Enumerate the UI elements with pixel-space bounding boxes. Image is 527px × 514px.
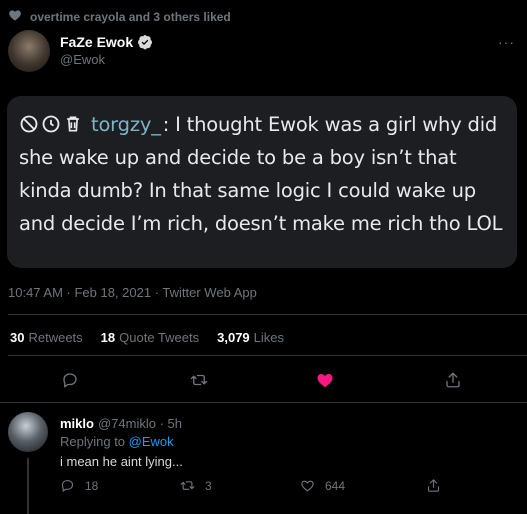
liked-by-text: overtime crayola and 3 others liked (30, 10, 231, 24)
divider (8, 355, 527, 356)
social-context[interactable]: overtime crayola and 3 others liked (8, 9, 231, 25)
moderation-icons (19, 114, 83, 134)
retweet-count: 3 (205, 478, 212, 493)
reply-count: 18 (85, 478, 99, 493)
likes-stat[interactable]: 3,079 Likes (217, 330, 284, 345)
retweet-icon[interactable] (187, 368, 211, 392)
reply-text: i mean he aint lying... (60, 454, 183, 469)
author-avatar[interactable] (8, 30, 50, 72)
more-options-icon[interactable]: ··· (498, 34, 515, 50)
tweet-stats: 30 Retweets 18 Quote Tweets 3,079 Likes (10, 330, 284, 345)
reply-icon[interactable] (58, 368, 82, 392)
verified-badge-icon (138, 35, 153, 50)
heart-outline-icon (301, 480, 314, 492)
share-icon[interactable] (441, 368, 465, 392)
replying-to-link[interactable]: @Ewok (129, 434, 174, 449)
reply-author-avatar[interactable] (8, 412, 48, 452)
quote-text-block: torgzy_: I thought Ewok was a girl why d… (19, 108, 503, 240)
heart-small-icon (8, 8, 22, 27)
heart-icon[interactable] (313, 368, 337, 392)
share-icon (427, 479, 440, 492)
tweet-timestamp[interactable]: 10:47 AM · Feb 18, 2021 · Twitter Web Ap… (8, 285, 257, 300)
retweet-icon (180, 481, 195, 490)
reply-reply-button[interactable]: 18 (60, 478, 98, 493)
divider (0, 402, 527, 403)
reply-author-handle: @74miklo · 5h (97, 416, 182, 431)
reply-retweet-button[interactable]: 3 (180, 478, 212, 493)
trash-icon (67, 116, 79, 132)
tweet-image[interactable]: torgzy_: I thought Ewok was a girl why d… (7, 96, 517, 268)
retweets-stat[interactable]: 30 Retweets (10, 330, 83, 345)
replying-to: Replying to @Ewok (60, 434, 174, 449)
quote-username: torgzy_ (91, 113, 161, 136)
reply-share-button[interactable] (426, 478, 441, 493)
author-name[interactable]: FaZe Ewok (60, 34, 153, 50)
reply-author-name[interactable]: miklo @74miklo · 5h (60, 416, 182, 431)
reply-icon (61, 479, 74, 492)
quote-tweets-stat[interactable]: 18 Quote Tweets (101, 330, 199, 345)
clock-icon (42, 115, 60, 133)
divider (8, 314, 527, 315)
ban-icon (20, 115, 38, 133)
like-count: 644 (325, 478, 346, 493)
author-display-name: FaZe Ewok (60, 34, 134, 50)
reply-action-bar: 18 3 644 (0, 478, 527, 496)
author-handle[interactable]: @Ewok (60, 52, 105, 67)
tweet-action-bar (0, 368, 527, 394)
reply-like-button[interactable]: 644 (300, 478, 345, 493)
